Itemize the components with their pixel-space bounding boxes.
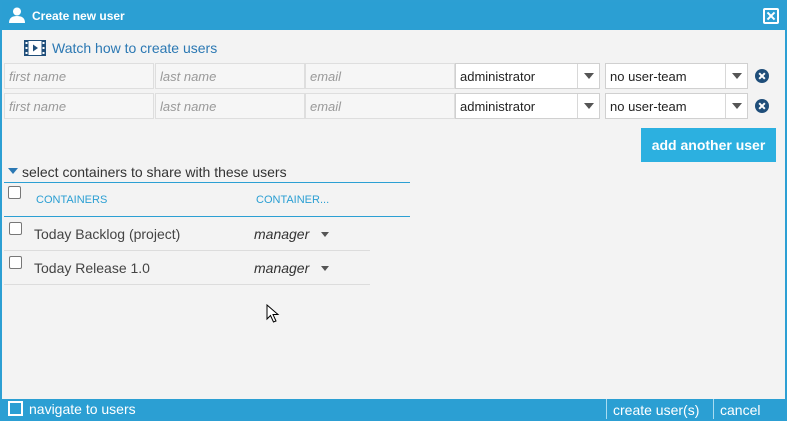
dialog-title: Create new user [32, 9, 125, 23]
share-containers-toggle[interactable]: select containers to share with these us… [4, 163, 410, 183]
remove-icon[interactable] [755, 99, 769, 113]
share-section-label: select containers to share with these us… [22, 164, 287, 180]
role-select[interactable]: administrator [455, 93, 600, 119]
team-select-value: no user-team [610, 69, 687, 84]
create-users-button[interactable]: create user(s) [613, 402, 699, 418]
email-input[interactable]: email [305, 93, 455, 119]
team-select[interactable]: no user-team [605, 93, 748, 119]
select-all-checkbox[interactable] [8, 186, 21, 199]
dialog-footer: navigate to users create user(s) cancel [2, 399, 785, 419]
container-name: Today Release 1.0 [34, 260, 150, 276]
user-row: first name last name email administrator… [4, 93, 779, 119]
last-name-input[interactable]: last name [155, 63, 305, 89]
first-name-input[interactable]: first name [4, 93, 154, 119]
navigate-checkbox[interactable] [8, 401, 23, 416]
row-checkbox[interactable] [9, 256, 22, 269]
user-icon [9, 7, 25, 23]
dialog-titlebar: Create new user [2, 2, 785, 30]
caret-down-icon[interactable] [8, 168, 18, 174]
team-select[interactable]: no user-team [605, 63, 748, 89]
container-role-select[interactable]: manager [254, 260, 309, 276]
chevron-down-icon[interactable] [725, 94, 747, 118]
user-row: first name last name email administrator… [4, 63, 779, 89]
last-name-input[interactable]: last name [155, 93, 305, 119]
table-row: Today Backlog (project) manager [4, 217, 370, 251]
footer-divider [713, 399, 714, 419]
create-user-dialog: Create new user Watch how to create user… [0, 0, 787, 421]
caret-down-icon[interactable] [321, 266, 329, 271]
role-select-value: administrator [460, 69, 536, 84]
team-select-value: no user-team [610, 99, 687, 114]
email-input[interactable]: email [305, 63, 455, 89]
chevron-down-icon[interactable] [577, 64, 599, 88]
role-select[interactable]: administrator [455, 63, 600, 89]
remove-icon[interactable] [755, 69, 769, 83]
caret-down-icon[interactable] [321, 232, 329, 237]
watch-link-label: Watch how to create users [52, 40, 218, 56]
row-checkbox[interactable] [9, 222, 22, 235]
add-another-user-button[interactable]: add another user [641, 128, 776, 162]
film-icon [24, 40, 46, 56]
navigate-to-users-label[interactable]: navigate to users [29, 401, 136, 417]
table-row: Today Release 1.0 manager [4, 251, 370, 285]
chevron-down-icon[interactable] [577, 94, 599, 118]
close-icon[interactable] [763, 8, 779, 24]
chevron-down-icon[interactable] [725, 64, 747, 88]
watch-how-link[interactable]: Watch how to create users [24, 38, 217, 58]
cancel-button[interactable]: cancel [720, 402, 760, 418]
mouse-cursor-icon [266, 304, 280, 323]
container-name: Today Backlog (project) [34, 226, 181, 242]
column-header-container-role[interactable]: CONTAINER... [256, 194, 329, 206]
role-select-value: administrator [460, 99, 536, 114]
footer-divider [606, 399, 607, 419]
container-role-select[interactable]: manager [254, 226, 309, 242]
first-name-input[interactable]: first name [4, 63, 154, 89]
containers-table-header: CONTAINERS CONTAINER... [4, 184, 410, 217]
column-header-containers[interactable]: CONTAINERS [36, 194, 107, 206]
